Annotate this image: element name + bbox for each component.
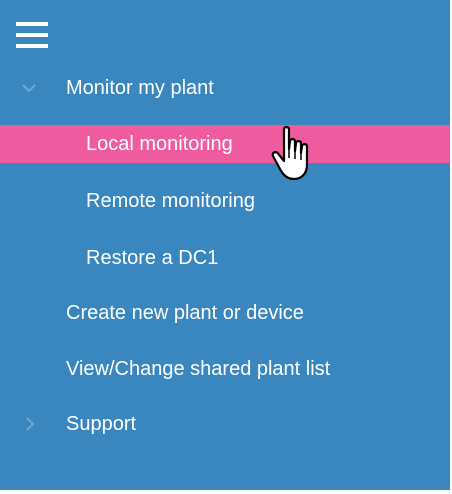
hamburger-line bbox=[16, 44, 48, 48]
menu-item-label: Remote monitoring bbox=[86, 190, 255, 212]
menu-item-restore-dc1[interactable]: Restore a DC1 bbox=[0, 240, 450, 276]
menu-item-monitor-my-plant[interactable]: Monitor my plant bbox=[0, 70, 450, 106]
menu-item-create-new-plant[interactable]: Create new plant or device bbox=[0, 295, 450, 331]
chevron-right-icon[interactable] bbox=[19, 414, 39, 434]
navigation-menu-panel: Monitor my plant Local monitoring Remote… bbox=[0, 0, 452, 494]
hamburger-line bbox=[16, 22, 48, 26]
menu-item-label: Support bbox=[66, 413, 137, 435]
menu-item-label: Local monitoring bbox=[86, 133, 233, 155]
menu-item-support[interactable]: Support bbox=[0, 406, 450, 442]
menu-item-view-change-shared-plant-list[interactable]: View/Change shared plant list bbox=[0, 351, 450, 387]
hamburger-line bbox=[16, 33, 48, 37]
menu-item-label: Create new plant or device bbox=[66, 302, 304, 324]
menu-item-label: Restore a DC1 bbox=[86, 247, 219, 269]
chevron-down-icon[interactable] bbox=[19, 78, 39, 98]
menu-item-label: Monitor my plant bbox=[66, 77, 214, 99]
menu-item-local-monitoring[interactable]: Local monitoring bbox=[0, 125, 450, 163]
menu-item-label: View/Change shared plant list bbox=[66, 358, 331, 380]
hamburger-icon[interactable] bbox=[16, 22, 48, 48]
menu-item-remote-monitoring[interactable]: Remote monitoring bbox=[0, 183, 450, 219]
